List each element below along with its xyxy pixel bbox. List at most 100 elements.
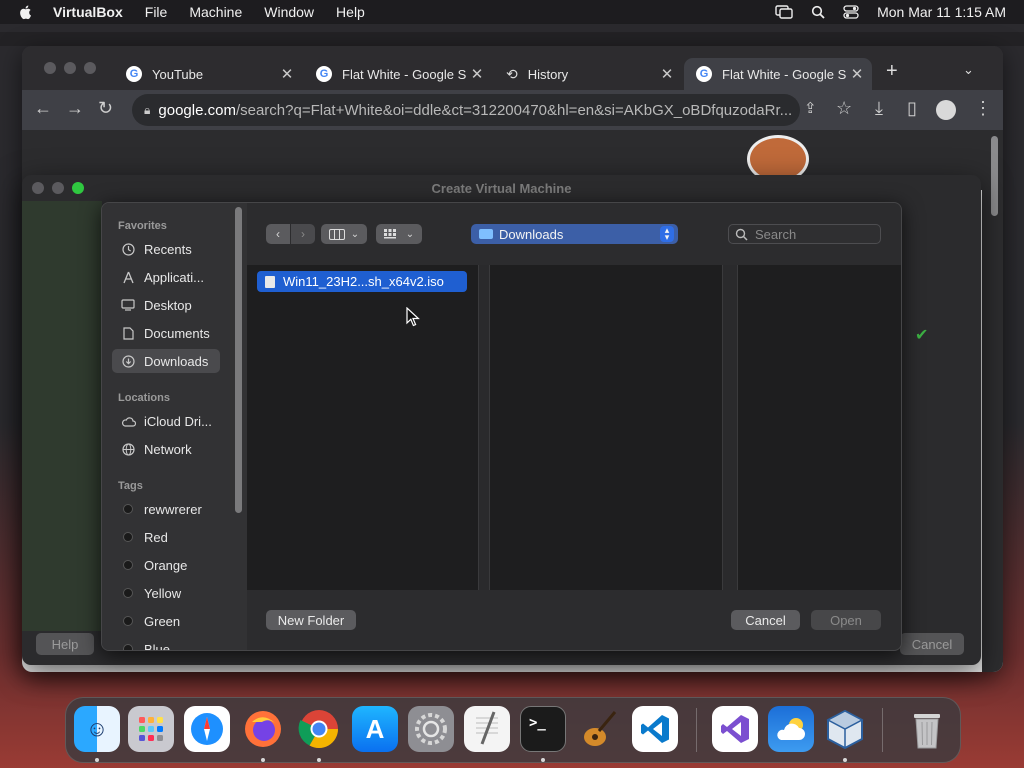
close-icon[interactable]: ✕ <box>468 65 486 83</box>
sidebar-item-label: Yellow <box>144 585 182 601</box>
sidebar-tag-orange[interactable]: Orange <box>112 553 220 577</box>
address-bar[interactable]: 🔒︎ google.com /search?q=Flat+White&oi=dd… <box>132 94 800 126</box>
share-icon[interactable]: ⇪ <box>804 99 817 117</box>
bookmark-star-icon[interactable]: ☆ <box>836 98 852 119</box>
close-icon[interactable]: ✕ <box>848 65 866 83</box>
tab-history[interactable]: ⟲ History ✕ <box>494 58 682 90</box>
file-item[interactable]: Win11_23H2...sh_x64v2.iso <box>257 271 467 292</box>
back-arrow-icon[interactable]: ← <box>34 98 52 119</box>
screen-mirroring-icon[interactable] <box>775 5 793 19</box>
more-menu-icon[interactable]: ⋮ <box>974 98 992 119</box>
weather-icon[interactable] <box>768 706 814 752</box>
search-field[interactable]: Search <box>728 224 881 244</box>
vm-window-zoom-button[interactable] <box>72 182 84 194</box>
column-resize-handle[interactable] <box>478 265 490 590</box>
side-panel-icon[interactable]: ▯ <box>907 98 917 119</box>
download-icon[interactable]: ⤓ <box>875 98 883 119</box>
vm-window-minimize-button[interactable] <box>52 182 64 194</box>
sidebar-item-recents[interactable]: Recents <box>112 237 220 261</box>
window-close-button[interactable] <box>44 62 56 74</box>
sidebar-tag-yellow[interactable]: Yellow <box>112 581 220 605</box>
google-icon: G <box>126 66 142 82</box>
firefox-icon[interactable] <box>240 706 286 752</box>
chrome-icon[interactable] <box>296 706 342 752</box>
menu-clock[interactable]: Mon Mar 11 1:15 AM <box>877 4 1006 20</box>
forward-button[interactable]: › <box>291 224 315 244</box>
finder-icon[interactable]: ☺ <box>74 706 120 752</box>
sidebar-tag-rewwrerer[interactable]: rewwrerer <box>112 497 220 521</box>
sidebar-item-network[interactable]: Network <box>112 437 220 461</box>
location-popup[interactable]: Downloads ▴ ▾ <box>471 224 678 244</box>
sidebar-item-label: Desktop <box>144 297 192 313</box>
locations-heading: Locations <box>118 392 170 404</box>
virtualbox-icon[interactable] <box>822 706 868 752</box>
column-browser: Win11_23H2...sh_x64v2.iso <box>247 265 901 590</box>
vm-window-close-button[interactable] <box>32 182 44 194</box>
dock-separator <box>882 708 883 752</box>
menu-help[interactable]: Help <box>336 4 365 20</box>
sidebar-item-downloads[interactable]: Downloads <box>112 349 220 373</box>
back-button[interactable]: ‹ <box>266 224 290 244</box>
sidebar-item-label: Blue <box>144 641 171 651</box>
folder-icon <box>479 229 493 239</box>
new-folder-button[interactable]: New Folder <box>266 610 356 630</box>
updown-chevron-icon: ▴ ▾ <box>660 226 674 242</box>
close-icon[interactable]: ✕ <box>658 65 676 83</box>
spotlight-search-icon[interactable] <box>811 5 825 19</box>
sidebar-item-label: Downloads <box>144 353 209 369</box>
sidebar-tag-green[interactable]: Green <box>112 609 220 633</box>
window-minimize-button[interactable] <box>64 62 76 74</box>
tab-label: YouTube <box>152 66 204 82</box>
sidebar-tag-red[interactable]: Red <box>112 525 220 549</box>
open-button[interactable]: Open <box>811 610 881 630</box>
close-icon[interactable]: ✕ <box>278 65 296 83</box>
tab-search-chevron-icon[interactable]: ⌄ <box>963 62 974 78</box>
group-by-button[interactable]: ⌄ <box>376 224 422 244</box>
menu-window[interactable]: Window <box>264 4 314 20</box>
trash-icon[interactable] <box>904 706 950 752</box>
menu-app-name[interactable]: VirtualBox <box>53 4 123 20</box>
new-tab-button[interactable]: + <box>886 60 898 83</box>
document-icon <box>120 326 136 340</box>
profile-avatar[interactable] <box>936 100 956 120</box>
sidebar-scrollbar[interactable] <box>235 207 242 513</box>
system-settings-icon[interactable] <box>408 706 454 752</box>
sidebar-item-icloud[interactable]: iCloud Dri... <box>112 409 220 433</box>
forward-arrow-icon[interactable]: → <box>66 98 84 119</box>
app-store-icon[interactable]: A <box>352 706 398 752</box>
sidebar-tag-blue[interactable]: Blue <box>112 637 220 651</box>
control-center-icon[interactable] <box>843 5 859 19</box>
column-view-button[interactable]: ⌄ <box>321 224 367 244</box>
cancel-button[interactable]: Cancel <box>731 610 800 630</box>
create-vm-title: Create Virtual Machine <box>431 180 572 196</box>
menu-file[interactable]: File <box>145 4 168 20</box>
page-scrollbar[interactable] <box>991 136 998 216</box>
apple-icon[interactable] <box>18 4 34 20</box>
sidebar-item-desktop[interactable]: Desktop <box>112 293 220 317</box>
vm-cancel-button[interactable]: Cancel <box>900 633 964 655</box>
vscode-icon[interactable] <box>632 706 678 752</box>
tag-dot-icon <box>123 532 133 542</box>
terminal-icon[interactable]: >_ <box>520 706 566 752</box>
favorites-heading: Favorites <box>118 220 167 232</box>
visual-studio-icon[interactable] <box>712 706 758 752</box>
help-button[interactable]: Help <box>36 633 94 655</box>
tab-flat-white-1[interactable]: G Flat White - Google S ✕ <box>304 58 492 90</box>
lock-icon[interactable]: 🔒︎ <box>144 103 150 118</box>
garageband-icon[interactable] <box>576 706 622 752</box>
reload-icon[interactable]: ↻ <box>98 98 113 119</box>
safari-icon[interactable] <box>184 706 230 752</box>
launchpad-icon[interactable] <box>128 706 174 752</box>
globe-icon <box>120 442 136 456</box>
tags-heading: Tags <box>118 480 143 492</box>
menu-machine[interactable]: Machine <box>189 4 242 20</box>
textedit-icon[interactable] <box>464 706 510 752</box>
cloud-icon <box>120 416 136 427</box>
sidebar-item-documents[interactable]: Documents <box>112 321 220 345</box>
tab-flat-white-active[interactable]: G Flat White - Google S ✕ <box>684 58 872 90</box>
downloads-icon <box>120 354 136 368</box>
tag-dot-icon <box>123 560 133 570</box>
tab-youtube[interactable]: G YouTube ✕ <box>114 58 302 90</box>
window-zoom-button[interactable] <box>84 62 96 74</box>
sidebar-item-applications[interactable]: Applicati... <box>112 265 220 289</box>
